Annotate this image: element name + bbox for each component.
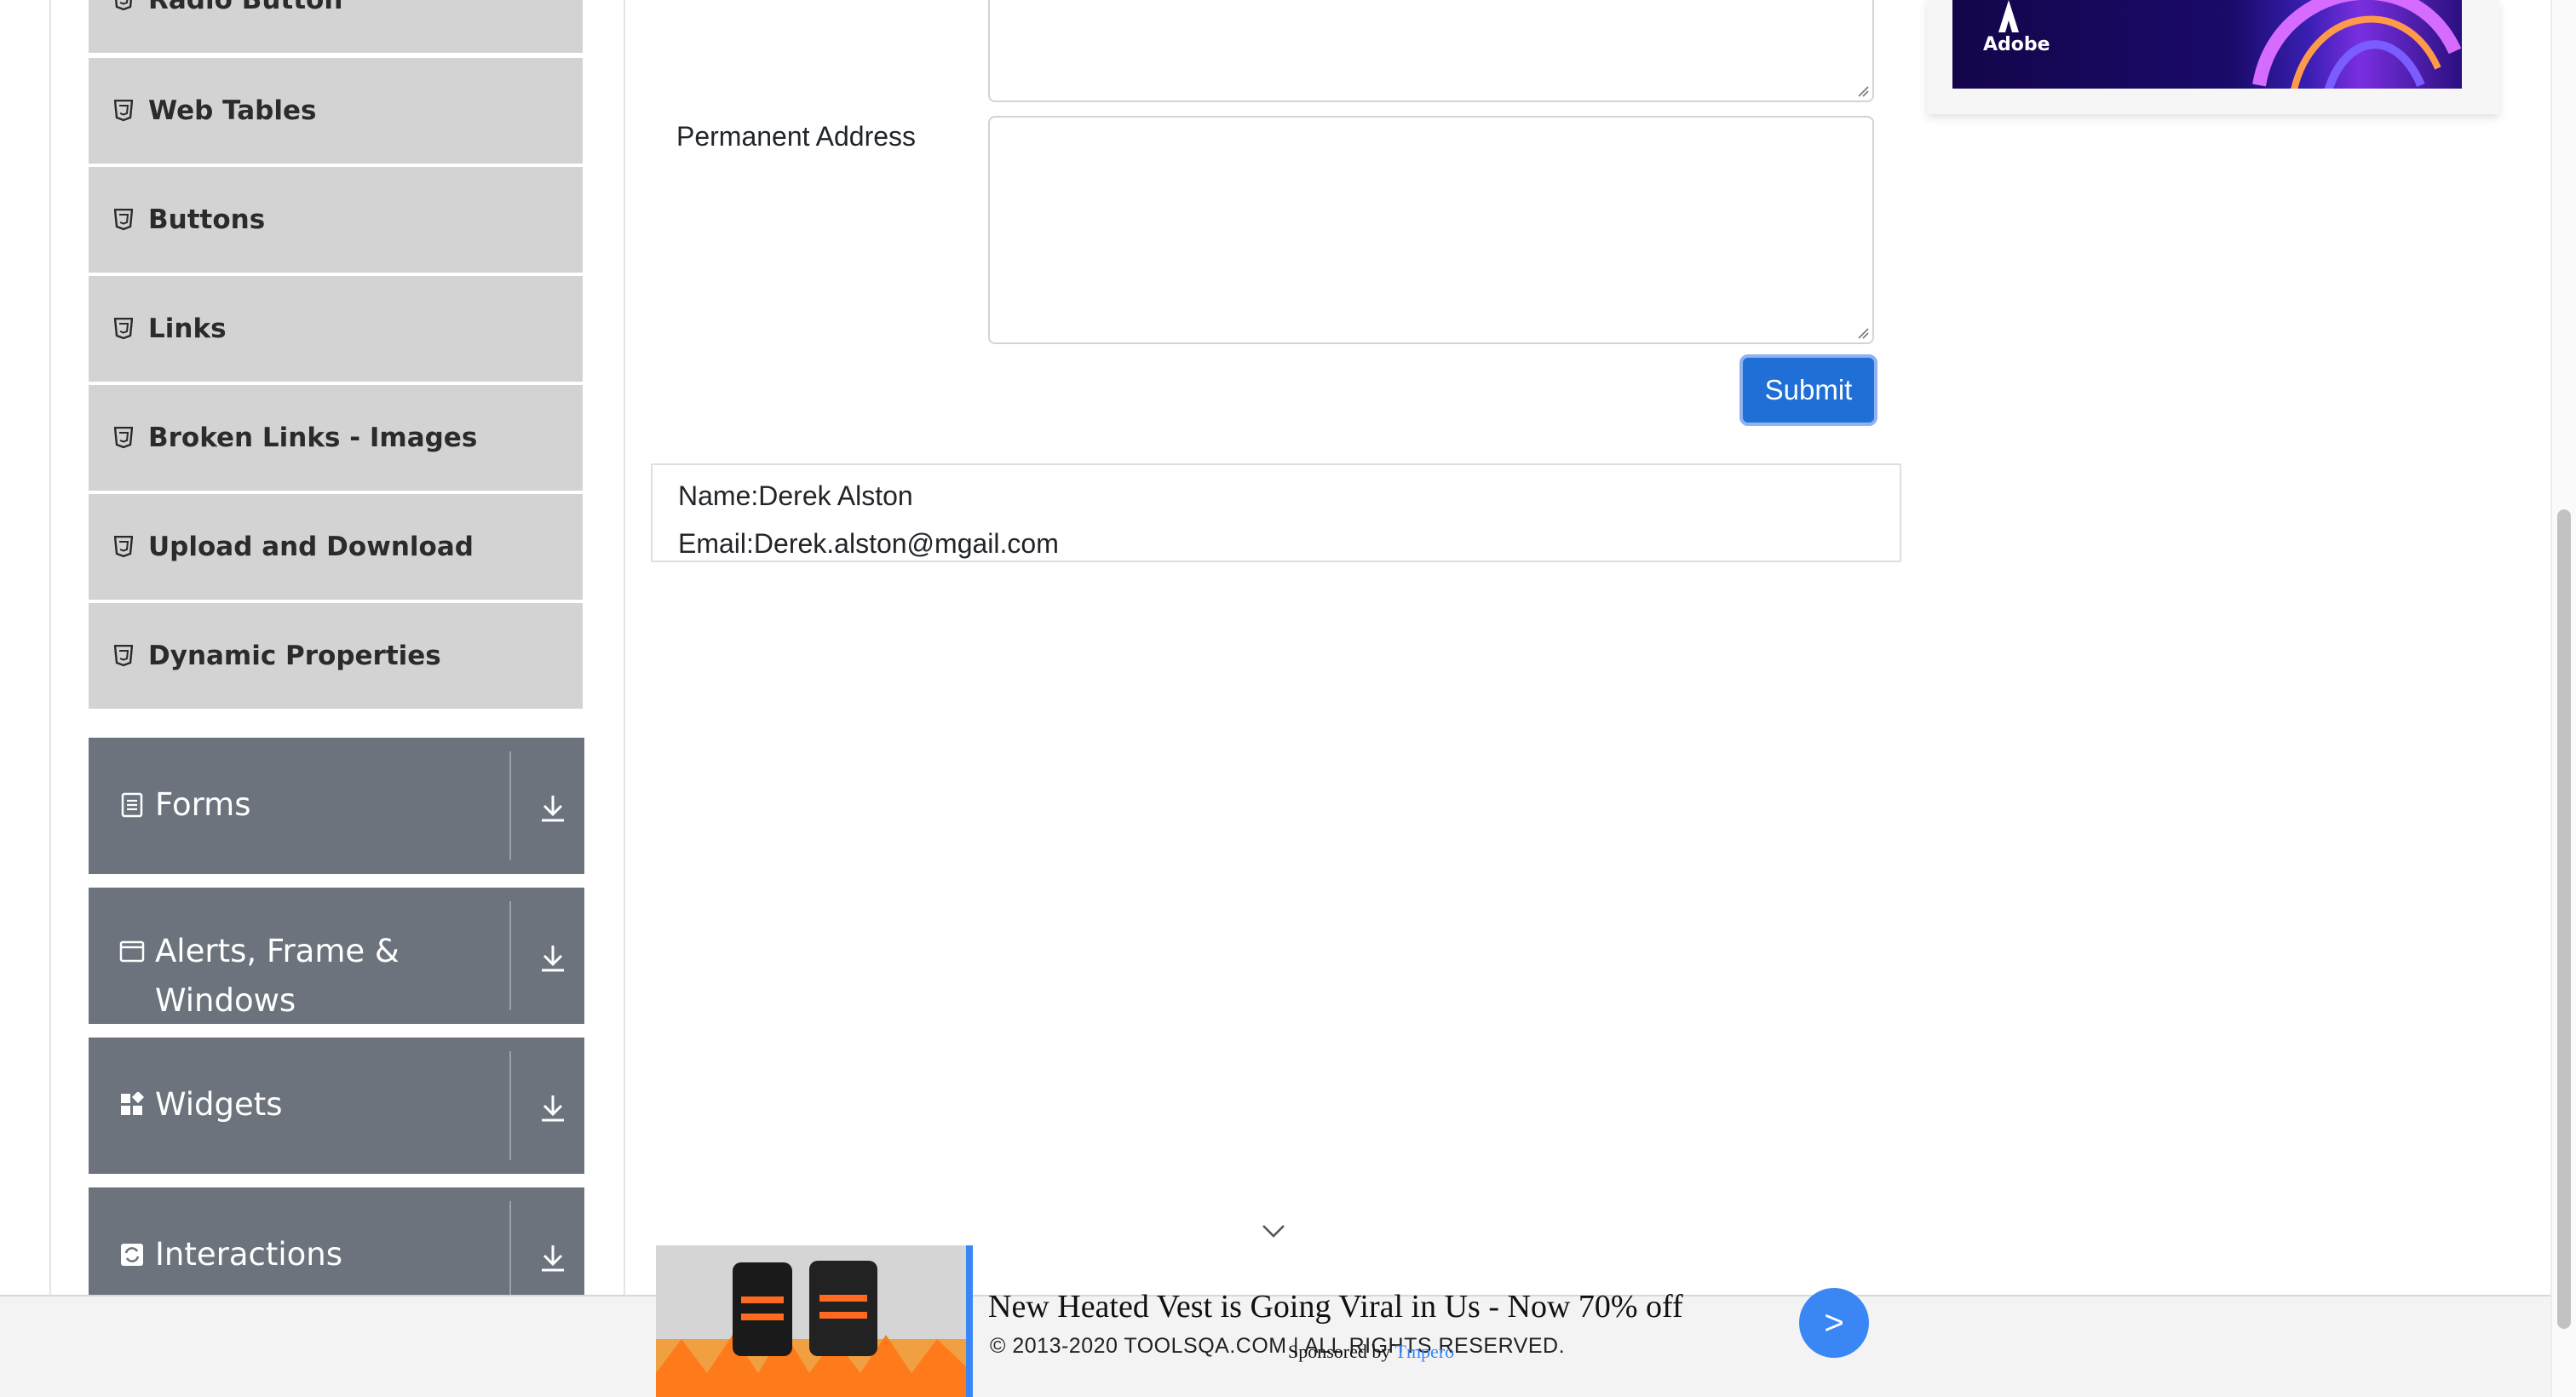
resize-grip-icon[interactable] (1855, 325, 1869, 339)
menu-item-label: Web Tables (148, 95, 317, 126)
adobe-logo-icon (1998, 0, 2019, 32)
window-icon (119, 940, 145, 963)
menu-item-links[interactable]: Links (89, 276, 583, 382)
group-header-interactions[interactable]: Interactions (89, 1187, 584, 1295)
output-name: Name:Derek Alston (678, 480, 913, 511)
resize-grip-icon[interactable] (1855, 83, 1869, 97)
heated-vest-image (656, 1245, 973, 1397)
permanent-address-label: Permanent Address (676, 121, 917, 152)
html5-icon (114, 209, 133, 231)
sponsored-by-label: Sponsored by (1288, 1341, 1391, 1362)
group-divider (509, 1201, 511, 1295)
current-address-textarea[interactable] (988, 0, 1874, 102)
footer-copyright: © 2013-2020 TOOLSQA.COM | ALL RIGHTS RES… (990, 1334, 1566, 1358)
ad-go-button[interactable]: > (1799, 1288, 1869, 1358)
group-label: Interactions (155, 1236, 343, 1273)
html5-icon (114, 536, 133, 558)
menu-item-label: Links (148, 313, 227, 344)
right-ad-image[interactable]: Adobe (1952, 0, 2462, 89)
group-header-alerts-frame-windows[interactable]: Alerts, Frame & Windows (89, 888, 584, 1024)
group-label-line1: Alerts, Frame & (155, 933, 400, 969)
group-header-forms[interactable]: Forms (89, 738, 584, 874)
adobe-brand: Adobe (1983, 34, 2050, 55)
group-label-line2: Windows (155, 982, 296, 1019)
ad-headline[interactable]: New Heated Vest is Going Viral in Us - N… (988, 1288, 1683, 1325)
download-arrow-icon[interactable] (538, 792, 567, 823)
menu-item-radio-button[interactable]: Radio Button (89, 0, 583, 53)
ad-accent-bar (966, 1245, 973, 1397)
output-panel: Name:Derek Alston Email:Derek.alston@mga… (651, 463, 1901, 562)
menu-item-buttons[interactable]: Buttons (89, 167, 583, 273)
group-label: Widgets (155, 1086, 283, 1123)
menu-item-label: Radio Button (148, 0, 343, 15)
group-header-widgets[interactable]: Widgets (89, 1038, 584, 1174)
menu-item-dynamic-properties[interactable]: Dynamic Properties (89, 603, 583, 709)
submit-button[interactable]: Submit (1739, 354, 1877, 426)
sponsor-name[interactable]: Tmpero (1395, 1341, 1455, 1362)
group-divider (509, 1051, 511, 1160)
menu-item-label: Buttons (148, 204, 266, 235)
menu-item-broken-links[interactable]: Broken Links - Images (89, 385, 583, 491)
ad-image[interactable] (656, 1245, 973, 1397)
chevron-down-icon[interactable] (1261, 1222, 1286, 1240)
ad-swirl-graphic (2252, 0, 2462, 89)
html5-icon (114, 427, 133, 449)
permanent-address-textarea[interactable] (988, 116, 1874, 344)
menu-item-web-tables[interactable]: Web Tables (89, 58, 583, 164)
menu-item-label: Dynamic Properties (148, 641, 441, 671)
html5-icon (114, 645, 133, 667)
form-icon (121, 792, 143, 818)
page-scrollbar-thumb[interactable] (2557, 509, 2571, 1329)
ad-sponsor: Sponsored by Tmpero (1288, 1341, 1454, 1363)
download-arrow-icon[interactable] (538, 1242, 567, 1273)
group-divider (509, 901, 511, 1010)
widgets-icon (121, 1092, 145, 1115)
html5-icon (114, 318, 133, 340)
menu-item-upload-download[interactable]: Upload and Download (89, 494, 583, 600)
interactions-icon (121, 1244, 143, 1266)
html5-icon (114, 0, 133, 11)
download-arrow-icon[interactable] (538, 1092, 567, 1123)
group-divider (509, 751, 511, 860)
output-email: Email:Derek.alston@mgail.com (678, 528, 1059, 559)
group-label: Forms (155, 786, 251, 823)
menu-item-label: Broken Links - Images (148, 423, 478, 453)
menu-item-label: Upload and Download (148, 532, 474, 562)
html5-icon (114, 100, 133, 122)
download-arrow-icon[interactable] (538, 942, 567, 973)
